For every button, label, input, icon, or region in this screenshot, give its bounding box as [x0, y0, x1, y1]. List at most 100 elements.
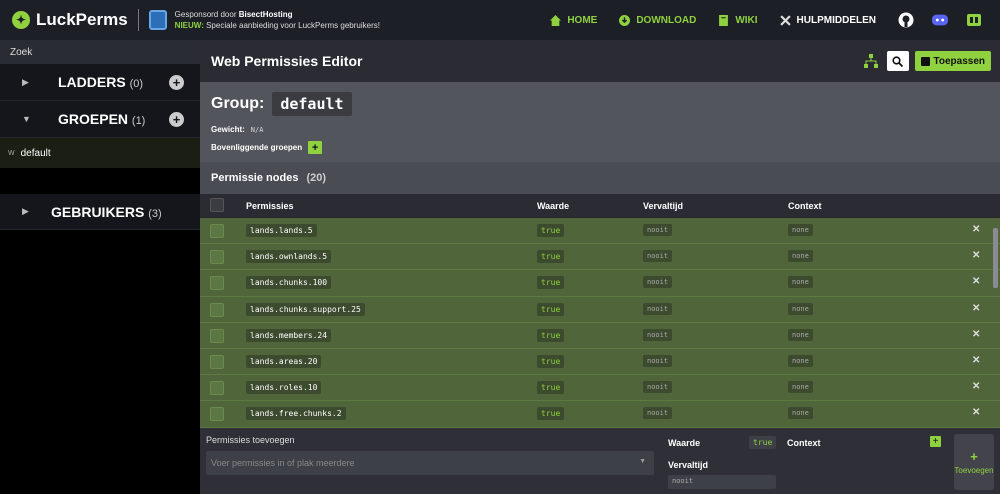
delete-icon[interactable]: ✕ [972, 329, 980, 340]
permission-node[interactable]: lands.roles.10 [246, 381, 322, 395]
row-checkbox[interactable] [210, 224, 224, 238]
delete-icon[interactable]: ✕ [972, 355, 980, 366]
permission-node[interactable]: lands.members.24 [246, 328, 332, 342]
row-checkbox[interactable] [210, 328, 224, 343]
permission-value[interactable]: true [537, 250, 565, 264]
github-icon[interactable] [898, 12, 914, 28]
permission-value[interactable]: true [537, 302, 565, 316]
permission-node[interactable]: lands.free.chunks.2 [246, 407, 346, 421]
add-parent-button[interactable]: + [308, 141, 323, 154]
col-context[interactable]: Context [788, 201, 822, 211]
nav-home[interactable]: HOME [550, 14, 598, 26]
add-permission-panel: Permissies toevoegen Voer permissies in … [200, 428, 1000, 494]
expiry-label: Vervaltijd [668, 460, 709, 470]
permission-expiry[interactable]: nooit [643, 250, 673, 263]
permission-expiry[interactable]: nooit [643, 224, 673, 236]
value-toggle[interactable]: true [749, 436, 777, 449]
permission-context[interactable]: none [788, 302, 813, 315]
nodes-count: (20) [306, 172, 326, 184]
row-checkbox[interactable] [210, 354, 224, 369]
sidebar-section-ladders[interactable]: ▶ LADDERS (0) + [0, 64, 200, 101]
permission-context[interactable]: none [788, 224, 813, 236]
weight-value[interactable]: N/A [251, 126, 264, 134]
main-nav: HOME DOWNLOAD WIKI HULPMIDDELEN [550, 0, 1000, 40]
permission-expiry[interactable]: nooit [643, 407, 673, 420]
table-row[interactable]: lands.chunks.support.25 true nooit none … [200, 296, 1000, 323]
patreon-icon[interactable] [966, 12, 982, 28]
col-permission[interactable]: Permissies [246, 201, 294, 211]
nav-tools-label: HULPMIDDELEN [796, 14, 876, 26]
add-ladder-icon[interactable]: + [169, 74, 184, 90]
row-checkbox[interactable] [210, 276, 224, 291]
search-button[interactable] [886, 51, 909, 71]
permission-expiry[interactable]: nooit [643, 354, 673, 367]
sidebar-search[interactable]: Zoek [0, 40, 200, 64]
add-context-button[interactable]: + [930, 436, 941, 447]
sponsor-text[interactable]: Gesponsord door BisectHosting NIEUW: Spe… [175, 9, 380, 31]
permission-value[interactable]: true [537, 224, 565, 237]
row-checkbox[interactable] [210, 250, 224, 265]
luckperms-logo-icon: ✦ [12, 11, 30, 29]
col-expiry[interactable]: Vervaltijd [643, 201, 683, 211]
permission-expiry[interactable]: nooit [643, 328, 673, 341]
permission-value[interactable]: true [537, 407, 565, 421]
sidebar-section-groups[interactable]: ▼ GROEPEN (1) + [0, 101, 200, 138]
col-value[interactable]: Waarde [537, 201, 569, 211]
row-checkbox[interactable] [210, 407, 224, 422]
permission-value[interactable]: true [537, 276, 565, 290]
tree-view-icon[interactable] [863, 54, 878, 68]
permission-context[interactable]: none [788, 381, 813, 394]
permission-node[interactable]: lands.chunks.100 [246, 276, 332, 290]
nav-home-label: HOME [567, 14, 598, 26]
permission-expiry[interactable]: nooit [643, 276, 673, 289]
permission-input[interactable]: Voer permissies in of plak meerdere ▼ [206, 451, 654, 475]
permission-value[interactable]: true [537, 354, 565, 368]
nav-download[interactable]: DOWNLOAD [619, 14, 696, 26]
permission-context[interactable]: none [788, 354, 813, 367]
table-scrollbar[interactable] [993, 228, 998, 288]
permission-context[interactable]: none [788, 250, 813, 263]
table-row[interactable]: lands.members.24 true nooit none ✕ [200, 322, 1000, 349]
table-row[interactable]: lands.free.chunks.2 true nooit none ✕ [200, 401, 1000, 428]
delete-icon[interactable]: ✕ [972, 407, 980, 418]
select-all-checkbox[interactable] [210, 198, 224, 212]
delete-icon[interactable]: ✕ [972, 303, 980, 314]
permission-table-body: lands.lands.5 true nooit none ✕ lands.ow… [200, 218, 1000, 428]
add-group-icon[interactable]: + [169, 111, 184, 127]
delete-icon[interactable]: ✕ [972, 381, 980, 392]
table-row[interactable]: lands.areas.20 true nooit none ✕ [200, 348, 1000, 376]
apply-button[interactable]: Toepassen [914, 51, 991, 71]
row-checkbox[interactable] [210, 381, 224, 396]
permission-expiry[interactable]: nooit [643, 302, 673, 315]
delete-icon[interactable]: ✕ [972, 250, 980, 261]
permission-context[interactable]: none [788, 407, 813, 420]
chevron-down-icon[interactable]: ▼ [639, 458, 646, 465]
nav-wiki[interactable]: WIKI [718, 14, 758, 26]
permission-expiry[interactable]: nooit [643, 381, 673, 394]
table-row[interactable]: lands.lands.5 true nooit none ✕ [200, 218, 1000, 245]
discord-icon[interactable] [932, 12, 948, 28]
row-checkbox[interactable] [210, 302, 224, 317]
permission-node[interactable]: lands.ownlands.5 [246, 250, 332, 264]
sidebar-item-default[interactable]: W default [0, 138, 200, 168]
table-row[interactable]: lands.chunks.100 true nooit none ✕ [200, 270, 1000, 297]
expiry-input[interactable]: nooit [668, 475, 776, 489]
permission-value[interactable]: true [537, 381, 565, 395]
permission-node[interactable]: lands.areas.20 [246, 354, 322, 368]
delete-icon[interactable]: ✕ [972, 276, 980, 287]
permission-node[interactable]: lands.lands.5 [246, 224, 317, 237]
permission-context[interactable]: none [788, 328, 813, 341]
add-permission-button[interactable]: + Toevoegen [954, 434, 994, 490]
luckperms-logo[interactable]: ✦ LuckPerms [12, 10, 128, 30]
permission-context[interactable]: none [788, 276, 813, 289]
sponsor-offer: Speciale aanbieding voor LuckPerms gebru… [203, 21, 380, 30]
table-row[interactable]: lands.roles.10 true nooit none ✕ [200, 375, 1000, 402]
table-row[interactable]: lands.ownlands.5 true nooit none ✕ [200, 244, 1000, 271]
section-title: LADDERS (0) [58, 74, 144, 90]
nav-tools[interactable]: HULPMIDDELEN [779, 14, 876, 26]
permission-value[interactable]: true [537, 328, 565, 342]
delete-icon[interactable]: ✕ [972, 224, 980, 235]
bisecthosting-icon[interactable] [148, 10, 167, 30]
sidebar-section-users[interactable]: ▶ GEBRUIKERS (3) [0, 194, 200, 230]
permission-node[interactable]: lands.chunks.support.25 [246, 302, 365, 316]
